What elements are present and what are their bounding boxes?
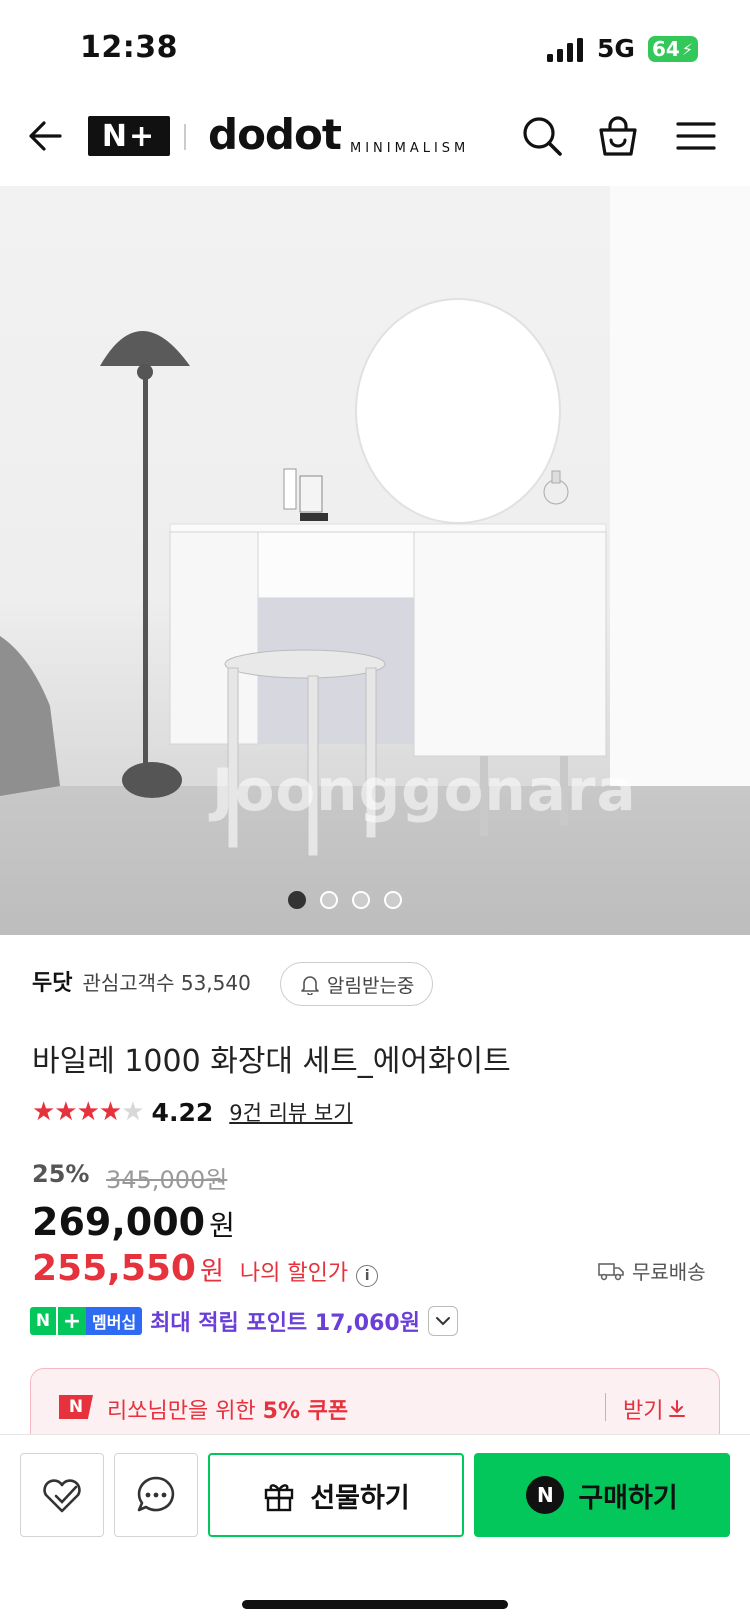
carousel-dot[interactable] [288,891,306,909]
truck-icon [598,1262,624,1280]
badge-label: 멤버십 [86,1307,143,1335]
battery-indicator: 64 ⚡ [648,36,698,62]
membership-points: N + 멤버십 최대 적립 포인트 17,060원 [30,1305,458,1337]
brand-logo[interactable]: dodot [208,110,342,159]
signal-icon [547,38,583,62]
my-price-value: 255,550 [32,1248,196,1289]
chat-bubble-icon [137,1476,175,1512]
product-title: 바일레 1000 화장대 세트_에어화이트 [32,1044,511,1079]
coupon-text: 리쏘님만을 위한 5% 쿠폰 [107,1393,348,1425]
naver-n-logo: N [59,1395,93,1419]
review-link[interactable]: 9건 리뷰 보기 [229,1097,352,1127]
store-fans-count: 관심고객수 53,540 [82,970,251,995]
shipping-info: 무료배송 [598,1256,706,1285]
info-icon[interactable]: i [356,1265,379,1287]
status-bar: 12:38 5G 64 ⚡ [0,0,750,100]
coupon-get-label: 받기 [623,1399,664,1424]
badge-n: N [30,1307,56,1335]
bell-icon [301,976,319,995]
sale-price-unit: 원 [209,1209,235,1242]
bottom-action-bar: 선물하기 N 구매하기 [0,1434,750,1623]
coupon-text-prefix: 리쏘님만을 위한 [107,1399,263,1424]
wishlist-button[interactable] [20,1453,104,1537]
home-indicator [242,1600,508,1609]
my-discount-price: 255,550 원 나의 할인가 i [32,1248,379,1289]
original-price: 345,000원 [106,1166,228,1194]
download-icon [669,1400,686,1417]
rating-score: 4.22 [151,1097,214,1127]
gift-label: 선물하기 [310,1482,410,1514]
notify-label: 알림받는중 [327,974,415,997]
my-price-unit: 원 [199,1257,224,1287]
carousel-dot[interactable] [384,891,402,909]
sale-price: 269,000 원 [32,1200,235,1244]
app-header: N+ dodot MINIMALISM [0,100,750,186]
coupon-text-strong: 5% 쿠폰 [262,1399,349,1424]
carousel-dot[interactable] [352,891,370,909]
rating-row: ★★★★★ 4.22 9건 리뷰 보기 [32,1097,353,1127]
naver-n-circle-logo: N [526,1476,565,1514]
chevron-down-icon [435,1317,450,1326]
carousel-dot[interactable] [320,891,338,909]
store-info: 두닷 관심고객수 53,540 [32,965,251,997]
status-time: 12:38 [80,30,178,65]
coupon-get-button[interactable]: 받기 [623,1393,687,1425]
network-label: 5G [597,34,635,63]
my-price-label: 나의 할인가 [239,1261,349,1286]
gift-icon [265,1484,294,1512]
discount-percent: 25% [32,1160,90,1188]
shipping-label: 무료배송 [632,1260,706,1284]
carousel-indicator [0,891,750,909]
naver-plus-membership-badge: N + 멤버십 [30,1307,143,1335]
menu-icon[interactable] [674,114,718,158]
star-rating-icon: ★★★★★ [32,1097,145,1127]
header-divider [184,124,186,150]
points-expand-button[interactable] [427,1306,458,1336]
points-label: 최대 적립 포인트 17,060원 [150,1311,420,1336]
battery-level: 64 [652,37,680,61]
shopping-bag-icon[interactable] [596,114,640,158]
product-image-carousel[interactable]: Joonggonara [0,186,750,935]
sale-price-value: 269,000 [32,1200,206,1244]
notify-button[interactable]: 알림받는중 [280,962,434,1006]
store-name[interactable]: 두닷 [32,965,72,997]
badge-plus: + [56,1307,86,1335]
brand-tagline: MINIMALISM [350,141,470,156]
heart-check-icon [43,1479,81,1513]
talk-button[interactable] [114,1453,198,1537]
buy-label: 구매하기 [578,1482,678,1514]
image-watermark: Joonggonara [212,756,637,824]
gift-button[interactable]: 선물하기 [208,1453,464,1537]
charging-icon: ⚡ [681,39,694,59]
buy-button[interactable]: N 구매하기 [474,1453,730,1537]
naver-plus-badge[interactable]: N+ [88,116,170,156]
coupon-divider [605,1393,606,1421]
search-icon[interactable] [520,114,564,158]
back-arrow-icon[interactable] [26,116,66,156]
